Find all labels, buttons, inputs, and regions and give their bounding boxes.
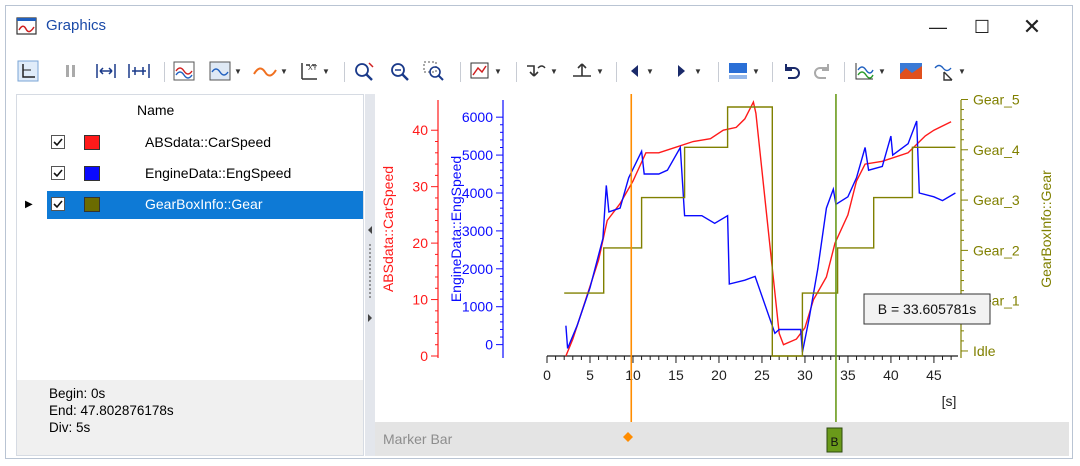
signal-color-swatch[interactable] bbox=[84, 166, 100, 181]
signal-row[interactable]: ABSdata::CarSpeed bbox=[47, 129, 363, 157]
marker-bar[interactable]: Marker Bar B bbox=[375, 422, 1069, 456]
y-tick-label: Gear_5 bbox=[973, 94, 1020, 107]
svg-text:XY: XY bbox=[308, 65, 318, 72]
x-tick-label: 30 bbox=[797, 367, 813, 383]
previous-icon[interactable]: ▼ bbox=[624, 58, 654, 84]
current-row-arrow-icon: ▶ bbox=[25, 199, 33, 210]
line-style-icon[interactable]: ▼ bbox=[252, 58, 288, 84]
y-tick-label: 30 bbox=[412, 179, 428, 195]
name-column-header: Name bbox=[137, 102, 175, 118]
undo-icon[interactable] bbox=[780, 58, 802, 84]
export-icon[interactable]: ▼ bbox=[932, 58, 966, 84]
step-up-icon[interactable]: ▼ bbox=[524, 58, 558, 84]
plot-area[interactable]: 0 5 10 15 20 25 30 35 40 45 [s] 0 10 20 30 40 ABSdata::C… bbox=[375, 91, 1069, 422]
signal-view-icon[interactable] bbox=[172, 58, 196, 84]
signal-name: ABSdata::CarSpeed bbox=[145, 134, 272, 150]
fit-x-icon[interactable] bbox=[94, 58, 118, 84]
signal-visible-checkbox[interactable] bbox=[51, 166, 65, 180]
signal-name: EngineData::EngSpeed bbox=[145, 165, 292, 181]
title-bar: Graphics — ☐ ✕ bbox=[6, 6, 1072, 48]
y-tick-label: Gear_3 bbox=[973, 192, 1020, 208]
step-down-icon[interactable]: ▼ bbox=[570, 58, 604, 84]
graphics-app-icon bbox=[16, 17, 38, 40]
x-tick-label: 0 bbox=[543, 367, 551, 383]
time-info: Begin: 0s End: 47.802876178s Div: 5s bbox=[17, 380, 363, 455]
signal-color-swatch[interactable] bbox=[84, 197, 100, 212]
x-tick-label: 45 bbox=[926, 367, 942, 383]
y-tick-label: 10 bbox=[412, 292, 428, 308]
minimize-button[interactable]: — bbox=[918, 14, 958, 40]
fit-all-x-icon[interactable] bbox=[126, 58, 152, 84]
x-tick-label: 40 bbox=[883, 367, 899, 383]
close-button[interactable]: ✕ bbox=[1012, 14, 1052, 40]
y-axis-title: ABSdata::CarSpeed bbox=[380, 166, 396, 292]
next-icon[interactable]: ▼ bbox=[672, 58, 702, 84]
y-tick-label: 2000 bbox=[462, 261, 493, 277]
y-axis-title: GearBoxInfo::Gear bbox=[1038, 170, 1054, 288]
x-tick-label: 5 bbox=[586, 367, 594, 383]
cursor-mode-icon[interactable] bbox=[16, 58, 40, 84]
signal-visible-checkbox[interactable] bbox=[51, 135, 65, 149]
panel-splitter[interactable] bbox=[365, 94, 375, 456]
x-tick-label: 35 bbox=[840, 367, 856, 383]
signal-config-icon[interactable]: ▼ bbox=[852, 58, 886, 84]
signal-row[interactable]: EngineData::EngSpeed bbox=[47, 160, 363, 188]
maximize-button[interactable]: ☐ bbox=[962, 14, 1002, 40]
toolbar: ▼ ▼ XY ▼ ▼ ▼ ▼ ▼ ▼ ▼ ▼ ▼ bbox=[12, 54, 1064, 90]
y-tick-label: 5000 bbox=[462, 147, 493, 163]
signal-list-panel: Name ABSdata::CarSpeedEngineData::EngSpe… bbox=[16, 94, 364, 456]
y-tick-label: 20 bbox=[412, 235, 428, 251]
begin-label: Begin: 0s bbox=[49, 386, 106, 401]
graphics-window: Graphics — ☐ ✕ ▼ ▼ XY ▼ ▼ ▼ ▼ ▼ ▼ ▼ ▼ ▼ … bbox=[5, 5, 1073, 459]
y-tick-label: Gear_4 bbox=[973, 142, 1020, 158]
window-title: Graphics bbox=[46, 17, 107, 34]
y-tick-label: 0 bbox=[485, 337, 493, 353]
signal-name: GearBoxInfo::Gear bbox=[145, 196, 263, 212]
y-tick-label: 3000 bbox=[462, 223, 493, 239]
y-tick-label: 0 bbox=[420, 348, 428, 364]
cursor-tooltip-text: B = 33.605781s bbox=[878, 301, 976, 317]
x-tick-label: 20 bbox=[711, 367, 727, 383]
x-tick-label: 10 bbox=[625, 367, 641, 383]
y-axis-options-icon[interactable]: XY ▼ bbox=[296, 58, 330, 84]
div-label: Div: 5s bbox=[49, 420, 91, 435]
area-chart-icon[interactable] bbox=[898, 58, 924, 84]
signal-color-swatch[interactable] bbox=[84, 135, 100, 150]
y-tick-label: 1000 bbox=[462, 299, 493, 315]
end-label: End: 47.802876178s bbox=[49, 403, 174, 418]
signal-options-icon[interactable]: ▼ bbox=[208, 58, 242, 84]
zoom-in-icon[interactable] bbox=[352, 58, 376, 84]
y-tick-label: Idle bbox=[973, 343, 996, 359]
x-tick-label: 25 bbox=[754, 367, 770, 383]
redo-icon[interactable] bbox=[812, 58, 834, 84]
y-tick-label: Gear_2 bbox=[973, 242, 1020, 258]
layout-icon[interactable]: ▼ bbox=[468, 58, 502, 84]
y-axis-title: EngineData::EngSpeed bbox=[448, 156, 464, 302]
background-color-icon[interactable]: ▼ bbox=[726, 58, 760, 84]
zoom-region-icon[interactable] bbox=[422, 58, 446, 84]
x-tick-label: 15 bbox=[668, 367, 684, 383]
cursor-b-marker-label: B bbox=[830, 435, 838, 449]
x-axis-label: [s] bbox=[942, 393, 957, 409]
cursor-a-marker[interactable] bbox=[623, 432, 633, 442]
y-tick-label: 40 bbox=[412, 122, 428, 138]
signal-visible-checkbox[interactable] bbox=[51, 197, 65, 211]
zoom-out-icon[interactable] bbox=[388, 58, 412, 84]
y-tick-label: 6000 bbox=[462, 109, 493, 125]
pause-icon[interactable] bbox=[62, 58, 80, 84]
chart-svg[interactable]: 0 5 10 15 20 25 30 35 40 45[s]010203040ABSdata::C… bbox=[375, 91, 1069, 422]
y-tick-label: 4000 bbox=[462, 185, 493, 201]
signal-row[interactable]: ▶ GearBoxInfo::Gear bbox=[25, 191, 363, 219]
